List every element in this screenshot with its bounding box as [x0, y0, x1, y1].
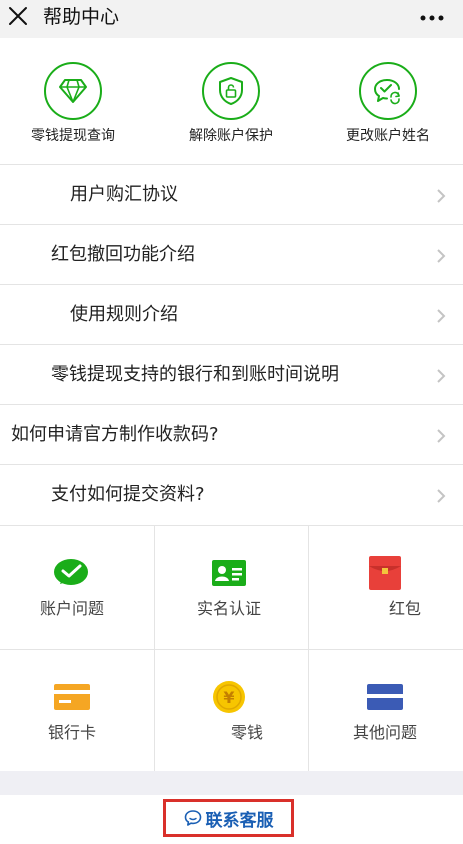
quick-action-label: 解除账户保护	[189, 128, 273, 144]
page-title: 帮助中心	[43, 6, 120, 28]
faq-item-red-packet-recall[interactable]: 红包撤回功能介绍	[0, 224, 463, 284]
faq-item-purchase-agreement[interactable]: 用户购汇协议	[0, 164, 463, 224]
wechat-pay-icon	[51, 556, 91, 590]
quick-action-circle	[202, 62, 260, 120]
grid-divider	[0, 649, 463, 650]
faq-item-label: 使用规则介绍	[70, 304, 178, 325]
faq-list: 用户购汇协议 红包撤回功能介绍 使用规则介绍 零钱提现支持的银行和到账时间说明 …	[0, 164, 463, 524]
section-gap	[0, 771, 463, 795]
chevron-right-icon	[437, 249, 446, 263]
id-card-icon	[209, 556, 249, 590]
quick-actions: 零钱提现查询 解除账户保护 更改账户姓名	[0, 38, 463, 164]
category-label: 银行卡	[48, 723, 97, 742]
category-real-name[interactable]: 实名认证	[155, 526, 309, 649]
faq-item-submit-documents[interactable]: 支付如何提交资料?	[0, 464, 463, 524]
more-dots-icon[interactable]	[420, 15, 444, 21]
red-packet-icon	[365, 556, 405, 590]
quick-action-circle	[359, 62, 417, 120]
svg-text:¥: ¥	[223, 688, 234, 707]
category-label: 零钱	[231, 723, 264, 742]
quick-action-change-name[interactable]: 更改账户姓名	[318, 62, 458, 145]
category-label: 实名认证	[197, 599, 262, 618]
faq-item-usage-rules[interactable]: 使用规则介绍	[0, 284, 463, 344]
quick-action-label: 零钱提现查询	[31, 128, 115, 144]
chevron-right-icon	[437, 489, 446, 503]
quick-action-unlock-protection[interactable]: 解除账户保护	[161, 62, 301, 145]
quick-action-label: 更改账户姓名	[346, 128, 430, 144]
chevron-right-icon	[437, 369, 446, 383]
chevron-right-icon	[437, 189, 446, 203]
shield-lock-icon	[219, 77, 243, 105]
category-red-packet[interactable]: 红包	[309, 526, 463, 649]
contact-support-button[interactable]: 联系客服	[163, 799, 294, 837]
faq-item-payment-code[interactable]: 如何申请官方制作收款码?	[0, 404, 463, 464]
quick-action-withdraw-query[interactable]: 零钱提现查询	[3, 62, 143, 145]
quick-action-circle	[44, 62, 102, 120]
category-grid: 账户问题 实名认证 红包 银行卡 ¥ 零钱 其他问题	[0, 525, 463, 773]
bank-card-icon	[52, 680, 92, 714]
faq-item-withdraw-banks[interactable]: 零钱提现支持的银行和到账时间说明	[0, 344, 463, 404]
footer: 联系客服	[0, 795, 463, 844]
category-label: 账户问题	[40, 599, 105, 618]
chevron-right-icon	[437, 429, 446, 443]
faq-item-label: 红包撤回功能介绍	[51, 244, 195, 265]
chat-bubble-icon	[184, 810, 201, 826]
category-bank-card[interactable]: 银行卡	[0, 650, 154, 773]
faq-item-label: 支付如何提交资料?	[51, 484, 205, 505]
category-other-issues[interactable]: 其他问题	[309, 650, 463, 773]
faq-item-label: 如何申请官方制作收款码?	[11, 424, 219, 445]
yuan-coin-icon: ¥	[209, 680, 249, 714]
category-label: 其他问题	[353, 723, 418, 742]
top-bar: 帮助中心	[0, 0, 463, 38]
faq-item-label: 零钱提现支持的银行和到账时间说明	[51, 364, 339, 385]
diamond-icon	[59, 79, 87, 103]
close-icon[interactable]	[8, 6, 28, 26]
other-card-icon	[365, 680, 405, 714]
category-change[interactable]: ¥ 零钱	[155, 650, 309, 773]
category-label: 红包	[389, 599, 422, 618]
chevron-right-icon	[437, 309, 446, 323]
category-account-issues[interactable]: 账户问题	[0, 526, 154, 649]
contact-support-label: 联系客服	[205, 810, 274, 831]
chat-refresh-icon	[374, 79, 400, 105]
faq-item-label: 用户购汇协议	[70, 184, 178, 205]
